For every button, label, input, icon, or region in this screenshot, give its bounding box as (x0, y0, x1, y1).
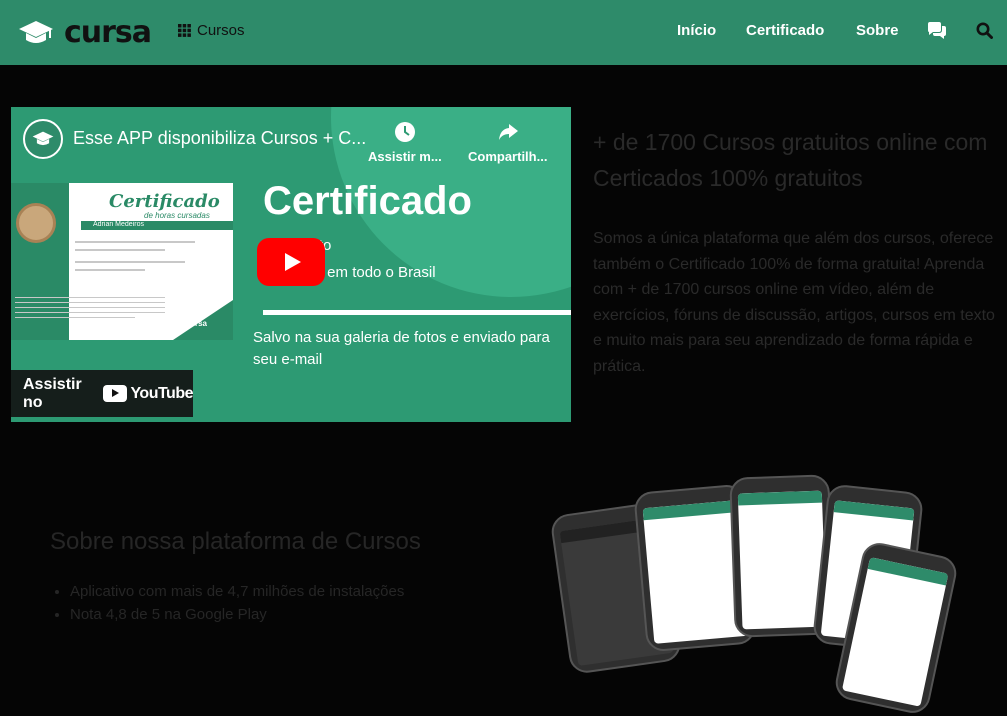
text-line (15, 302, 165, 303)
nav-certificado[interactable]: Certificado (746, 22, 824, 39)
hero-paragraph: Somos a única plataforma que além dos cu… (593, 230, 995, 375)
graduation-cap-icon (19, 21, 53, 43)
share-label: Compartilh... (468, 149, 548, 164)
divider (263, 310, 571, 315)
brand-logo[interactable]: cursa (18, 15, 152, 50)
nav-sobre[interactable]: Sobre (856, 22, 899, 39)
top-navbar: cursa Cursos Início Certificado Sobre (0, 0, 1007, 65)
text-line (75, 241, 195, 243)
nav-cursos[interactable]: Cursos (178, 22, 245, 39)
certificate-brand: cursa (185, 319, 207, 328)
certificate-name: Adrian Medeiros (93, 221, 144, 228)
text-line (75, 269, 145, 271)
nav-inicio[interactable]: Início (677, 22, 716, 39)
certificate-preview: Certificado de horas cursadas Adrian Med… (11, 183, 233, 340)
play-icon (285, 253, 301, 271)
text-line (15, 317, 135, 318)
video-big-title: Certificado (263, 179, 472, 223)
video-saved-text: Salvo na sua galeria de fotos e enviado … (253, 329, 550, 368)
graduation-cap-icon (32, 131, 54, 146)
watch-later-button[interactable]: Assistir m... (368, 121, 442, 164)
search-icon[interactable] (976, 22, 993, 39)
certificate-heading: Certificado (109, 191, 220, 212)
text-line (15, 312, 165, 313)
youtube-video-embed[interactable]: Esse APP disponibiliza Cursos + C... Ass… (11, 107, 571, 422)
grid-icon (178, 24, 191, 37)
nav-cursos-label: Cursos (197, 22, 245, 39)
certificate-subheading: de horas cursadas (144, 211, 210, 220)
list-item: Aplicativo com mais de 4,7 milhões de in… (70, 580, 404, 603)
watch-on-youtube-button[interactable]: Assistir no YouTube (11, 370, 193, 417)
channel-avatar[interactable] (23, 119, 63, 159)
phone-screen (841, 557, 949, 707)
watch-on-label: Assistir no (23, 375, 82, 411)
phone-screen (737, 490, 827, 630)
text-line (15, 297, 165, 298)
phones-illustration (548, 470, 968, 716)
share-button[interactable]: Compartilh... (468, 121, 547, 164)
chat-icon[interactable] (927, 22, 947, 40)
about-title: Sobre nossa plataforma de Cursos (50, 528, 421, 555)
youtube-logo: YouTube (103, 385, 193, 403)
text-line (75, 261, 185, 263)
text-line (75, 249, 165, 251)
text-line (15, 307, 165, 308)
share-arrow-icon (498, 124, 518, 140)
video-title[interactable]: Esse APP disponibiliza Cursos + C... (73, 128, 366, 149)
youtube-wordmark: YouTube (130, 384, 193, 402)
hero-headline: + de 1700 Cursos gratuitos online com Ce… (593, 129, 988, 191)
clock-icon (394, 122, 415, 142)
about-bullets: Aplicativo com mais de 4,7 milhões de in… (52, 580, 404, 626)
watch-later-label: Assistir m... (368, 149, 442, 164)
youtube-play-icon (103, 385, 128, 402)
brand-name: cursa (64, 15, 152, 50)
seal-icon (16, 203, 56, 243)
list-item: Nota 4,8 de 5 na Google Play (70, 603, 404, 626)
